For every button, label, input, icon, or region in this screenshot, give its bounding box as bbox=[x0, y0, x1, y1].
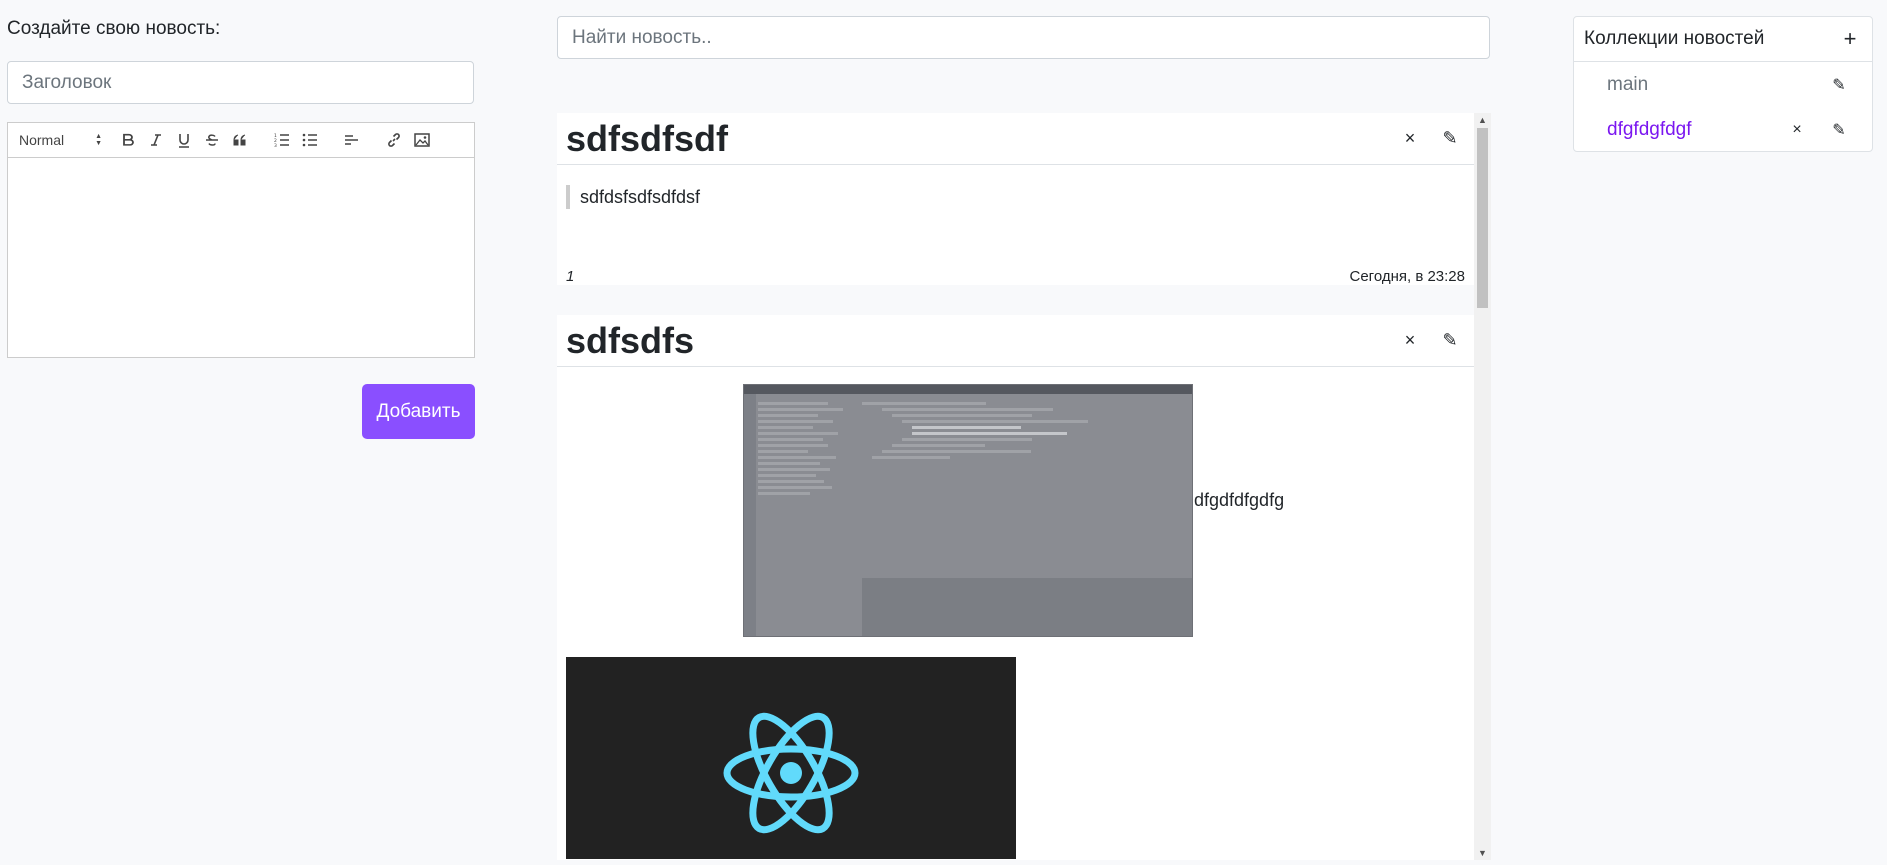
scroll-up-icon[interactable]: ▲ bbox=[1474, 113, 1491, 127]
ide-screenshot-image bbox=[743, 384, 1193, 637]
news-quote: sdfdsfsdfsdfdsf bbox=[566, 185, 700, 209]
edit-icon[interactable]: ✎ bbox=[1828, 120, 1850, 140]
editor-toolbar: Normal ▲ ▼ 123 bbox=[7, 122, 475, 158]
edit-icon[interactable]: ✎ bbox=[1828, 75, 1850, 95]
strikethrough-icon[interactable] bbox=[198, 127, 226, 153]
create-news-label: Создайте свою новость: bbox=[7, 18, 221, 39]
rich-text-editor: Normal ▲ ▼ 123 bbox=[7, 122, 475, 358]
scrollbar-thumb[interactable] bbox=[1477, 128, 1488, 308]
format-select[interactable]: Normal ▲ ▼ bbox=[16, 127, 106, 153]
add-collection-icon[interactable]: + bbox=[1838, 26, 1862, 52]
edit-icon[interactable]: ✎ bbox=[1435, 124, 1465, 154]
image-icon[interactable] bbox=[408, 127, 436, 153]
format-select-value: Normal bbox=[19, 132, 65, 148]
news-title: sdfsdfsdf bbox=[566, 117, 728, 159]
collection-name[interactable]: dfgfdgfdgf bbox=[1607, 119, 1766, 141]
news-body: sdfdsfsdfsdfdsf 1 Сегодня, в 23:28 bbox=[557, 165, 1474, 285]
feed-scrollbar[interactable]: ▲ ▼ bbox=[1474, 113, 1491, 860]
select-arrows-icon: ▲ ▼ bbox=[95, 133, 102, 147]
add-news-button[interactable]: Добавить bbox=[362, 384, 475, 439]
editor-content-area[interactable] bbox=[7, 158, 475, 358]
delete-icon[interactable]: × bbox=[1395, 124, 1425, 154]
ordered-list-icon[interactable]: 123 bbox=[268, 127, 296, 153]
collection-name[interactable]: main bbox=[1607, 74, 1808, 96]
news-card-header: sdfsdfsdf × ✎ bbox=[557, 113, 1474, 165]
link-icon[interactable] bbox=[380, 127, 408, 153]
news-number: 1 bbox=[566, 268, 575, 285]
news-title: sdfsdfs bbox=[566, 319, 695, 361]
collections-title: Коллекции новостей bbox=[1584, 28, 1765, 49]
news-card: sdfsdfsdf × ✎ sdfdsfsdfsdfdsf 1 Сегодня,… bbox=[557, 113, 1474, 285]
news-body: dfgdfdfgdfg bbox=[557, 367, 1474, 860]
svg-text:3: 3 bbox=[274, 143, 277, 147]
edit-icon[interactable]: ✎ bbox=[1435, 326, 1465, 356]
scroll-down-icon[interactable]: ▼ bbox=[1474, 846, 1491, 860]
search-news-input[interactable] bbox=[557, 16, 1490, 59]
news-text: dfgdfdfgdfg bbox=[1194, 490, 1285, 510]
delete-icon[interactable]: × bbox=[1786, 121, 1808, 139]
italic-icon[interactable] bbox=[142, 127, 170, 153]
news-collections-panel: Коллекции новостей + main ✎ dfgfdgfdgf ×… bbox=[1573, 16, 1873, 152]
news-card: sdfsdfs × ✎ dfgdfdfgdfg bbox=[557, 315, 1474, 860]
collections-header: Коллекции новостей + bbox=[1574, 17, 1872, 62]
bold-icon[interactable] bbox=[114, 127, 142, 153]
news-date: Сегодня, в 23:28 bbox=[1349, 268, 1466, 285]
align-icon[interactable] bbox=[338, 127, 366, 153]
react-logo-image bbox=[566, 657, 1016, 859]
news-title-input[interactable] bbox=[7, 61, 474, 104]
collection-item[interactable]: main ✎ bbox=[1574, 62, 1872, 107]
news-feed: sdfsdfsdf × ✎ sdfdsfsdfsdfdsf 1 Сегодня,… bbox=[557, 113, 1491, 860]
bullet-list-icon[interactable] bbox=[296, 127, 324, 153]
quote-icon[interactable] bbox=[226, 127, 254, 153]
underline-icon[interactable] bbox=[170, 127, 198, 153]
delete-icon[interactable]: × bbox=[1395, 326, 1425, 356]
react-logo-icon bbox=[723, 712, 859, 834]
news-card-header: sdfsdfs × ✎ bbox=[557, 315, 1474, 367]
collection-item[interactable]: dfgfdgfdgf × ✎ bbox=[1574, 107, 1872, 152]
